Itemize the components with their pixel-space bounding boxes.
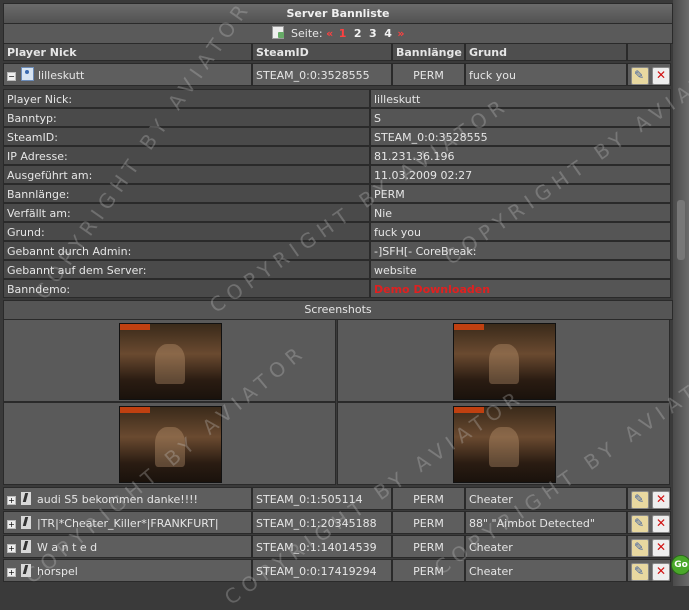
player-nick: |TR|*Cheater_Killer*|FRANKFURT|: [37, 517, 219, 530]
player-nick: W a n t e d: [37, 541, 98, 554]
edit-icon[interactable]: [631, 488, 649, 509]
detail-label-server: Gebannt auf dem Server:: [3, 260, 370, 279]
screenshot-cell: [3, 319, 336, 402]
page-link-3[interactable]: 3: [369, 27, 377, 40]
detail-value-admin: -]SFH[- CoreBreak:: [370, 241, 671, 260]
detail-label-reason: Grund:: [3, 222, 370, 241]
demo-download-link[interactable]: Demo Downloaden: [370, 279, 671, 298]
detail-value-length: PERM: [370, 184, 671, 203]
steamid-cell: STEAM_0:1:505114: [252, 487, 392, 510]
detail-label-steamid: SteamID:: [3, 127, 370, 146]
screenshot-cell: [337, 319, 670, 402]
reason-cell: fuck you: [465, 63, 627, 86]
edit-icon[interactable]: [631, 536, 649, 557]
col-player-nick[interactable]: Player Nick: [3, 43, 252, 61]
actions-cell: [627, 559, 671, 582]
steamid-cell: STEAM_0:0:17419294: [252, 559, 392, 582]
detail-label-ip: IP Adresse:: [3, 146, 370, 165]
detail-value-type: S: [370, 108, 671, 127]
detail-label-length: Bannlänge:: [3, 184, 370, 203]
actions-cell: [627, 535, 671, 558]
expand-toggle[interactable]: +: [7, 496, 16, 505]
expand-toggle[interactable]: +: [7, 520, 16, 529]
detail-label-demo: Banndemo:: [3, 279, 370, 298]
ban-length-cell: PERM: [392, 559, 465, 582]
go-badge[interactable]: Go: [671, 555, 689, 575]
player-nick: audi S5 bekommen danke!!!!: [37, 493, 198, 506]
ban-length-cell: PERM: [392, 63, 465, 86]
scrollbar[interactable]: [673, 0, 689, 586]
delete-icon[interactable]: [652, 560, 670, 581]
detail-value-nick: lilleskutt: [370, 89, 671, 108]
screenshot-thumbnail-2[interactable]: [453, 323, 556, 400]
screenshot-thumbnail-1[interactable]: [119, 323, 222, 400]
detail-value-steamid: STEAM_0:0:3528555: [370, 127, 671, 146]
expand-toggle[interactable]: +: [7, 568, 16, 577]
detail-label-type: Banntyp:: [3, 108, 370, 127]
edit-icon[interactable]: [631, 560, 649, 581]
page-title: Server Bannliste: [3, 3, 673, 24]
collapse-toggle[interactable]: −: [7, 72, 16, 81]
pager-next[interactable]: »: [397, 27, 404, 40]
actions-cell: [627, 487, 671, 510]
delete-icon[interactable]: [652, 64, 670, 85]
page-icon: [271, 26, 284, 39]
detail-value-server: website: [370, 260, 671, 279]
col-reason[interactable]: Grund: [465, 43, 627, 61]
detail-value-reason: fuck you: [370, 222, 671, 241]
detail-label-date: Ausgeführt am:: [3, 165, 370, 184]
reason-cell: Cheater: [465, 487, 627, 510]
counter-strike-icon: [21, 492, 31, 505]
player-nick: lilleskutt: [38, 69, 85, 82]
edit-icon[interactable]: [631, 512, 649, 533]
pager-label: Seite:: [291, 27, 323, 40]
ban-length-cell: PERM: [392, 511, 465, 534]
page-link-4[interactable]: 4: [384, 27, 392, 40]
counter-strike-icon: [21, 564, 31, 577]
screenshot-thumbnail-4[interactable]: [453, 406, 556, 483]
detail-value-expires: Nie: [370, 203, 671, 222]
reason-cell: Cheater: [465, 559, 627, 582]
actions-cell: [627, 511, 671, 534]
edit-icon[interactable]: [631, 64, 649, 85]
actions-cell: [627, 63, 671, 86]
delete-icon[interactable]: [652, 512, 670, 533]
page-link-2[interactable]: 2: [354, 27, 362, 40]
col-ban-length[interactable]: Bannlänge: [392, 43, 465, 61]
user-icon: [21, 67, 34, 81]
ban-length-cell: PERM: [392, 487, 465, 510]
screenshots-heading: Screenshots: [3, 300, 673, 320]
screenshot-cell: [337, 402, 670, 485]
player-nick: horspel: [37, 565, 78, 578]
detail-value-ip: 81.231.36.196: [370, 146, 671, 165]
expand-toggle[interactable]: +: [7, 544, 16, 553]
steamid-cell: STEAM_0:1:14014539: [252, 535, 392, 558]
page-link-1[interactable]: 1: [339, 27, 347, 40]
pager-prev[interactable]: «: [326, 27, 333, 40]
counter-strike-icon: [21, 516, 31, 529]
col-steamid[interactable]: SteamID: [252, 43, 392, 61]
screenshot-thumbnail-3[interactable]: [119, 406, 222, 483]
delete-icon[interactable]: [652, 488, 670, 509]
counter-strike-icon: [21, 540, 31, 553]
detail-value-date: 11.03.2009 02:27: [370, 165, 671, 184]
screenshot-cell: [3, 402, 336, 485]
steamid-cell: STEAM_0:1:20345188: [252, 511, 392, 534]
reason-cell: 88" "Aimbot Detected": [465, 511, 627, 534]
detail-label-nick: Player Nick:: [3, 89, 370, 108]
steamid-cell: STEAM_0:0:3528555: [252, 63, 392, 86]
col-actions: [627, 43, 671, 61]
ban-length-cell: PERM: [392, 535, 465, 558]
detail-label-admin: Gebannt durch Admin:: [3, 241, 370, 260]
reason-cell: Cheater: [465, 535, 627, 558]
pagination: Seite: « 1 2 3 4 »: [3, 23, 673, 44]
delete-icon[interactable]: [652, 536, 670, 557]
detail-label-expires: Verfällt am:: [3, 203, 370, 222]
